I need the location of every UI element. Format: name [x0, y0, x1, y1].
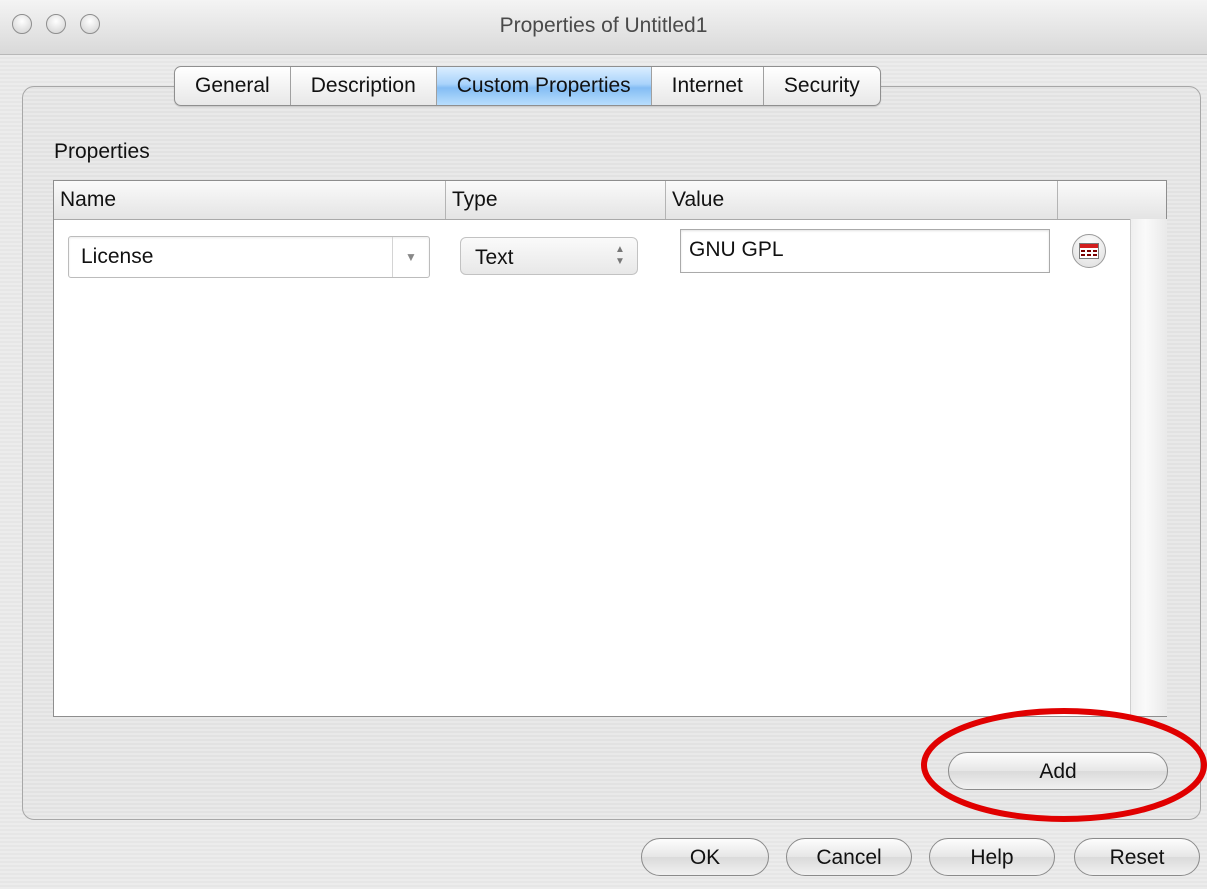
help-button[interactable]: Help	[929, 838, 1055, 876]
properties-section-label: Properties	[54, 140, 150, 163]
table-scrollbar[interactable]	[1130, 219, 1167, 716]
title-bar[interactable]: Properties of Untitled1	[0, 0, 1207, 55]
window-title: Properties of Untitled1	[499, 14, 708, 37]
property-value-text: GNU GPL	[689, 238, 784, 261]
column-header-type[interactable]: Type	[446, 181, 666, 219]
cancel-button[interactable]: Cancel	[786, 838, 912, 876]
tab-internet[interactable]: Internet	[652, 67, 764, 105]
reset-button[interactable]: Reset	[1074, 838, 1200, 876]
chevron-down-icon[interactable]: ▼	[392, 237, 429, 277]
add-button[interactable]: Add	[948, 752, 1168, 790]
property-name-combobox[interactable]: License ▼	[68, 236, 430, 278]
property-type-select[interactable]: Text ▲ ▼	[460, 237, 638, 275]
tab-general[interactable]: General	[175, 67, 291, 105]
ok-button[interactable]: OK	[641, 838, 769, 876]
column-header-name[interactable]: Name	[54, 181, 446, 219]
property-value-field[interactable]: GNU GPL	[680, 229, 1050, 273]
calendar-icon	[1079, 243, 1099, 259]
table-header: Name Type Value	[54, 181, 1166, 220]
tab-bar: General Description Custom Properties In…	[174, 66, 881, 106]
tab-description[interactable]: Description	[291, 67, 437, 105]
stepper-arrows-icon: ▲ ▼	[615, 244, 625, 267]
tab-custom-properties[interactable]: Custom Properties	[436, 67, 652, 105]
properties-window: Properties of Untitled1 General Descript…	[0, 0, 1207, 889]
date-picker-button[interactable]	[1072, 234, 1106, 268]
property-type-value: Text	[475, 246, 514, 269]
properties-table: Name Type Value License ▼ Text ▲ ▼ GNU GP…	[53, 180, 1167, 717]
column-header-blank	[1058, 181, 1166, 219]
property-name-value: License	[81, 245, 154, 268]
tab-security[interactable]: Security	[764, 67, 880, 105]
column-header-value[interactable]: Value	[666, 181, 1058, 219]
